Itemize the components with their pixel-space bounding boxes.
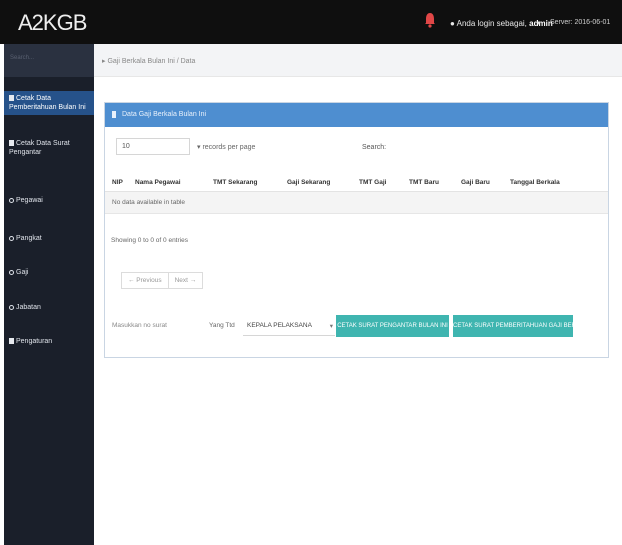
column-header[interactable]: TMT Gaji bbox=[359, 179, 386, 186]
column-header[interactable]: TMT Baru bbox=[409, 179, 439, 186]
circle-icon bbox=[9, 198, 14, 203]
chevron-down-icon: ▾ bbox=[329, 323, 333, 330]
sidebar-search-input[interactable]: Search... bbox=[10, 55, 80, 66]
document-icon bbox=[9, 140, 14, 146]
sidebar-item-label: Pegawai bbox=[16, 197, 43, 204]
sidebar-item-label: Cetak Data Surat Pengantar bbox=[9, 140, 70, 156]
previous-page-button[interactable]: ← Previous bbox=[121, 272, 169, 289]
panel-title: Data Gaji Berkala Bulan Ini bbox=[122, 111, 207, 118]
sidebar-item-label: Gaji bbox=[16, 269, 29, 276]
user-icon: ● bbox=[450, 19, 455, 28]
data-panel: Data Gaji Berkala Bulan Ini 10 ▾ records… bbox=[104, 102, 609, 358]
sidebar-item-cetak-pemberitahuan[interactable]: Cetak Data Pemberitahuan Bulan Ini bbox=[4, 91, 94, 115]
panel-header: Data Gaji Berkala Bulan Ini bbox=[105, 103, 608, 127]
signatory-select[interactable]: KEPALA PELAKSANA ▾ bbox=[243, 316, 335, 336]
sidebar-item-pengaturan[interactable]: Pengaturan bbox=[4, 337, 94, 349]
sidebar-item-label: Cetak Data Pemberitahuan Bulan Ini bbox=[9, 95, 86, 111]
signatory-label: Yang Ttd bbox=[209, 322, 235, 329]
signatory-value: KEPALA PELAKSANA bbox=[247, 322, 312, 329]
gear-icon bbox=[9, 338, 14, 344]
table-header: NIP Nama Pegawai TMT Sekarang Gaji Sekar… bbox=[105, 174, 608, 192]
column-header[interactable]: TMT Sekarang bbox=[213, 179, 257, 186]
print-cover-letter-button[interactable]: CETAK SURAT PENGANTAR BULAN INI bbox=[336, 315, 449, 337]
circle-icon bbox=[9, 270, 14, 275]
circle-icon bbox=[9, 236, 14, 241]
sidebar-item-pegawai[interactable]: Pegawai bbox=[4, 196, 94, 208]
column-header[interactable]: Gaji Baru bbox=[461, 179, 490, 186]
user-prefix: Anda login sebagai, bbox=[456, 19, 527, 28]
column-header[interactable]: NIP bbox=[112, 179, 123, 186]
empty-table-message: No data available in table bbox=[112, 199, 185, 206]
sidebar: Search... Cetak Data Pemberitahuan Bulan… bbox=[4, 44, 94, 545]
letter-number-input[interactable]: Masukkan no surat bbox=[109, 316, 197, 336]
bell-icon[interactable] bbox=[424, 12, 436, 28]
chevron-down-icon[interactable]: ▾ bbox=[537, 19, 541, 27]
sidebar-item-jabatan[interactable]: Jabatan bbox=[4, 303, 94, 315]
search-input[interactable] bbox=[386, 138, 596, 155]
sidebar-item-pangkat[interactable]: Pangkat bbox=[4, 234, 94, 246]
top-navbar: A2KGB ● Anda login sebagai, admin ▾ Serv… bbox=[0, 0, 622, 44]
breadcrumb: ▸ Gaji Berkala Bulan Ini / Data bbox=[94, 44, 622, 77]
records-per-page-label: ▾ records per page bbox=[197, 144, 256, 151]
sidebar-item-label: Jabatan bbox=[16, 304, 41, 311]
pagination: ← Previous Next → bbox=[121, 272, 204, 289]
document-icon bbox=[9, 95, 14, 101]
next-page-button[interactable]: Next → bbox=[168, 272, 204, 289]
table-row: No data available in table bbox=[105, 192, 608, 214]
records-per-page-select[interactable]: 10 bbox=[116, 138, 190, 155]
sidebar-item-cetak-surat-pengantar[interactable]: Cetak Data Surat Pengantar bbox=[4, 139, 94, 163]
table-info: Showing 0 to 0 of 0 entries bbox=[111, 237, 188, 244]
search-label: Search: bbox=[362, 144, 387, 151]
sidebar-item-gaji[interactable]: Gaji bbox=[4, 268, 94, 280]
sidebar-search[interactable]: Search... bbox=[4, 44, 94, 77]
column-header[interactable]: Gaji Sekarang bbox=[287, 179, 330, 186]
column-header[interactable]: Tanggal Berkala bbox=[510, 179, 560, 186]
sidebar-item-label: Pangkat bbox=[16, 235, 42, 242]
sidebar-item-label: Pengaturan bbox=[16, 338, 53, 345]
app-brand[interactable]: A2KGB bbox=[18, 10, 87, 36]
info-icon bbox=[112, 111, 116, 118]
circle-icon bbox=[9, 305, 14, 310]
column-header[interactable]: Nama Pegawai bbox=[135, 179, 181, 186]
breadcrumb-text[interactable]: ▸ Gaji Berkala Bulan Ini / Data bbox=[102, 57, 195, 65]
print-notification-button[interactable]: CETAK SURAT PEMBERITAHUAN GAJI BERKALA bbox=[453, 315, 573, 337]
server-info: Server: 2016-06-01 bbox=[550, 19, 611, 26]
